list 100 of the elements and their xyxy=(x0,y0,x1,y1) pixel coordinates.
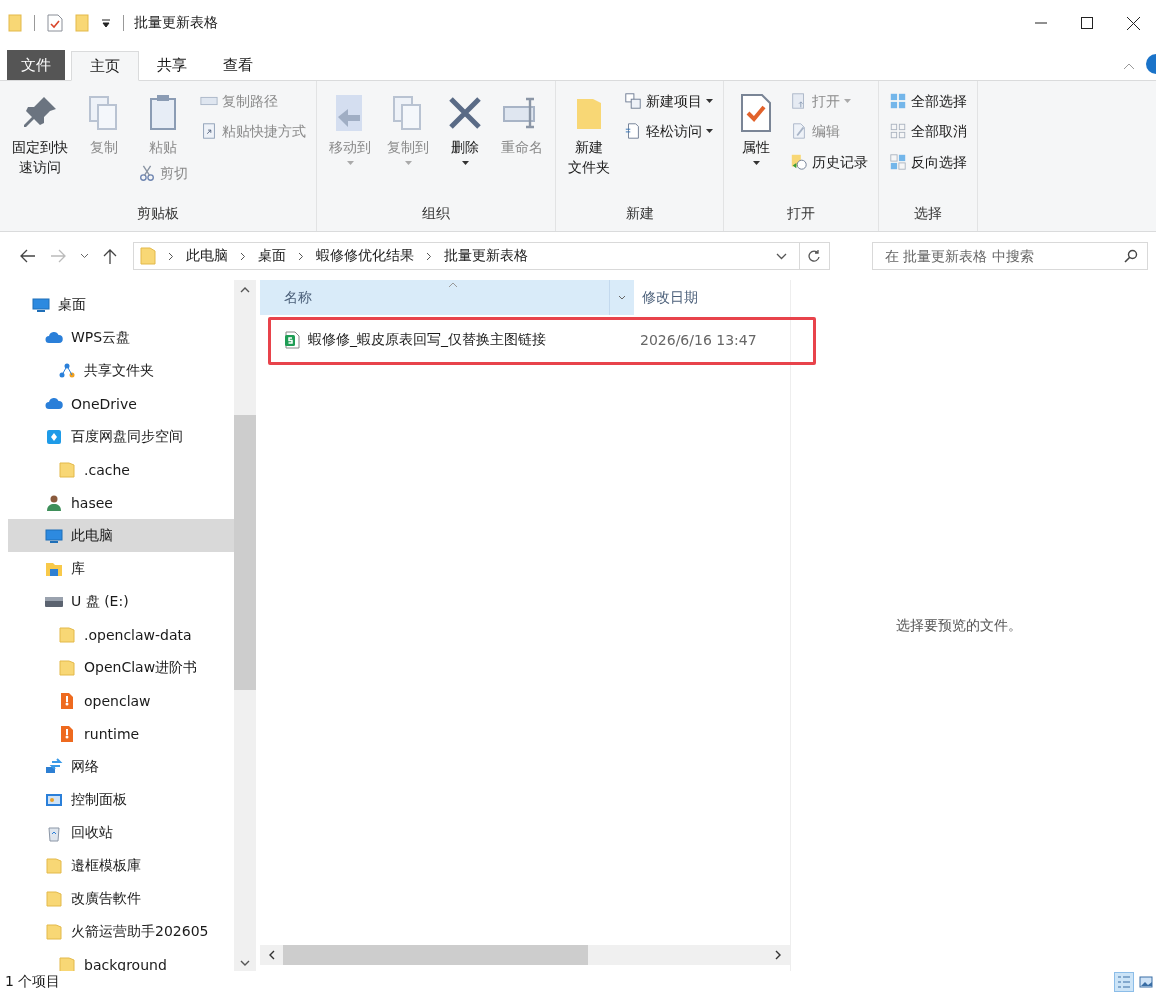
sync-icon xyxy=(45,427,63,446)
ribbon-tab[interactable]: 查看 xyxy=(205,50,271,80)
scissors-icon xyxy=(138,164,156,183)
scroll-down-icon[interactable] xyxy=(240,960,250,967)
address-field[interactable]: 此电脑 桌面 蝦修修优化结果 批量更新表格 xyxy=(133,242,830,270)
history-icon xyxy=(790,152,808,171)
sidebar-item[interactable]: runtime xyxy=(8,717,234,750)
sidebar-item[interactable]: WPS云盘 xyxy=(8,321,234,354)
sidebar-item[interactable]: .openclaw-data xyxy=(8,618,234,651)
folder-icon xyxy=(45,889,63,908)
chevron-down-icon[interactable] xyxy=(776,252,787,260)
search-field[interactable]: 在 批量更新表格 中搜索 xyxy=(872,242,1148,270)
folder-icon xyxy=(58,955,76,971)
sidebar-item[interactable]: 邉框模板庫 xyxy=(8,849,234,882)
column-header[interactable]: 修改日期 xyxy=(634,280,698,315)
sidebar-item[interactable]: 回收站 xyxy=(8,816,234,849)
ribbon-button[interactable]: 历史记录 xyxy=(786,147,872,176)
sidebar-item[interactable]: U 盘 (E:) xyxy=(8,585,234,618)
breadcrumb-item[interactable]: 此电脑 xyxy=(186,247,228,265)
collapse-ribbon-icon[interactable] xyxy=(1123,62,1135,70)
sidebar-item[interactable]: 网络 xyxy=(8,750,234,783)
sidebar-item[interactable]: 此电脑 xyxy=(8,519,234,552)
ribbon-button[interactable]: 属性 xyxy=(730,87,782,166)
ribbon-button[interactable]: 全部选择 xyxy=(885,87,971,116)
chevron-down-icon[interactable] xyxy=(80,253,89,259)
shortcut-icon xyxy=(200,122,218,141)
scrollbar[interactable] xyxy=(234,280,256,971)
breadcrumb-item[interactable]: 批量更新表格 xyxy=(444,247,528,265)
sidebar-item[interactable]: 共享文件夹 xyxy=(8,354,234,387)
sidebar-item[interactable]: OpenClaw进阶书 xyxy=(8,651,234,684)
window-title: 批量更新表格 xyxy=(134,14,218,32)
ribbon-button[interactable]: 新建 文件夹 xyxy=(562,87,616,178)
grid-icon xyxy=(889,152,907,171)
caret-icon[interactable] xyxy=(101,18,111,28)
help-icon[interactable] xyxy=(1145,53,1156,75)
breadcrumb-item[interactable]: 桌面 xyxy=(258,247,286,265)
scrollbar-thumb[interactable] xyxy=(234,415,256,690)
file-name[interactable]: 蝦修修_蝦皮原表回写_仅替换主图链接 xyxy=(308,331,546,349)
chevron-right-icon[interactable] xyxy=(298,251,304,261)
ribbon-button[interactable]: 固定到快 速访问 xyxy=(6,87,74,178)
chevron-right-icon[interactable] xyxy=(240,251,246,261)
ribbon-button[interactable]: 删除 xyxy=(439,87,491,166)
sidebar-item[interactable]: 改廣告軟件 xyxy=(8,882,234,915)
folder-icon xyxy=(45,922,63,941)
breadcrumb-item[interactable]: 蝦修修优化结果 xyxy=(316,247,414,265)
folder-icon xyxy=(45,856,63,875)
ribbon-group-label: 选择 xyxy=(914,204,942,223)
column-header[interactable]: 名称 xyxy=(260,280,634,315)
grid-icon xyxy=(889,92,907,111)
sidebar-item[interactable]: OneDrive xyxy=(8,387,234,420)
sidebar-item[interactable]: 桌面 xyxy=(8,288,234,321)
document-icon xyxy=(624,122,642,141)
maximize-icon[interactable] xyxy=(1081,17,1093,29)
sidebar-item[interactable]: 火箭运营助手202605 xyxy=(8,915,234,948)
modified-date: 2026/6/16 13:47 xyxy=(639,332,757,348)
list-icon xyxy=(1117,976,1131,988)
sidebar-item[interactable]: 百度网盘同步空间 xyxy=(8,420,234,453)
ribbon-tab[interactable]: 共享 xyxy=(139,50,205,80)
file-menu-tab[interactable]: 文件 xyxy=(7,50,65,80)
close-icon[interactable] xyxy=(1126,16,1140,30)
monitor-icon xyxy=(32,295,50,314)
item-count: 1 个项目 xyxy=(5,973,61,991)
back-icon[interactable] xyxy=(20,249,36,263)
chevron-right-icon[interactable] xyxy=(168,251,174,261)
scroll-left-icon[interactable] xyxy=(268,950,275,960)
chevron-down-icon[interactable] xyxy=(618,295,626,300)
spreadsheet-file-icon xyxy=(284,331,300,349)
up-icon[interactable] xyxy=(103,248,117,264)
ribbon-button[interactable]: 反向选择 xyxy=(885,147,971,176)
refresh-icon[interactable] xyxy=(808,249,821,263)
ribbon-tab[interactable]: 主页 xyxy=(71,51,139,81)
scrollbar-thumb[interactable] xyxy=(283,945,588,965)
ribbon-button[interactable]: 轻松访问 xyxy=(620,117,717,146)
ribbon-button[interactable]: 全部取消 xyxy=(885,117,971,146)
new-item-icon xyxy=(624,92,642,111)
edit-icon xyxy=(790,122,808,141)
ribbon-group-label: 剪贴板 xyxy=(137,204,179,223)
folder-icon xyxy=(58,625,76,644)
folder-icon xyxy=(140,247,156,265)
ribbon-button[interactable]: 新建项目 xyxy=(620,87,717,116)
scroll-up-icon[interactable] xyxy=(240,286,250,293)
preview-message: 选择要预览的文件。 xyxy=(895,616,1022,635)
search-icon xyxy=(1124,249,1138,263)
monitor-icon xyxy=(45,526,63,545)
ribbon-group-label: 打开 xyxy=(787,204,815,223)
scrollbar[interactable] xyxy=(260,945,790,965)
sidebar-item[interactable]: hasee xyxy=(8,486,234,519)
checklist-icon[interactable] xyxy=(47,14,63,32)
user-icon xyxy=(45,493,63,512)
sidebar-item[interactable]: 库 xyxy=(8,552,234,585)
archive-icon xyxy=(58,691,76,710)
scroll-right-icon[interactable] xyxy=(775,950,782,960)
network-icon xyxy=(45,757,63,776)
image-icon xyxy=(1139,976,1153,988)
sidebar-item[interactable]: 控制面板 xyxy=(8,783,234,816)
sidebar-item[interactable]: .cache xyxy=(8,453,234,486)
sidebar-item[interactable]: openclaw xyxy=(8,684,234,717)
chevron-right-icon[interactable] xyxy=(426,251,432,261)
ribbon-group-label: 组织 xyxy=(422,204,450,223)
share-icon xyxy=(58,361,76,380)
